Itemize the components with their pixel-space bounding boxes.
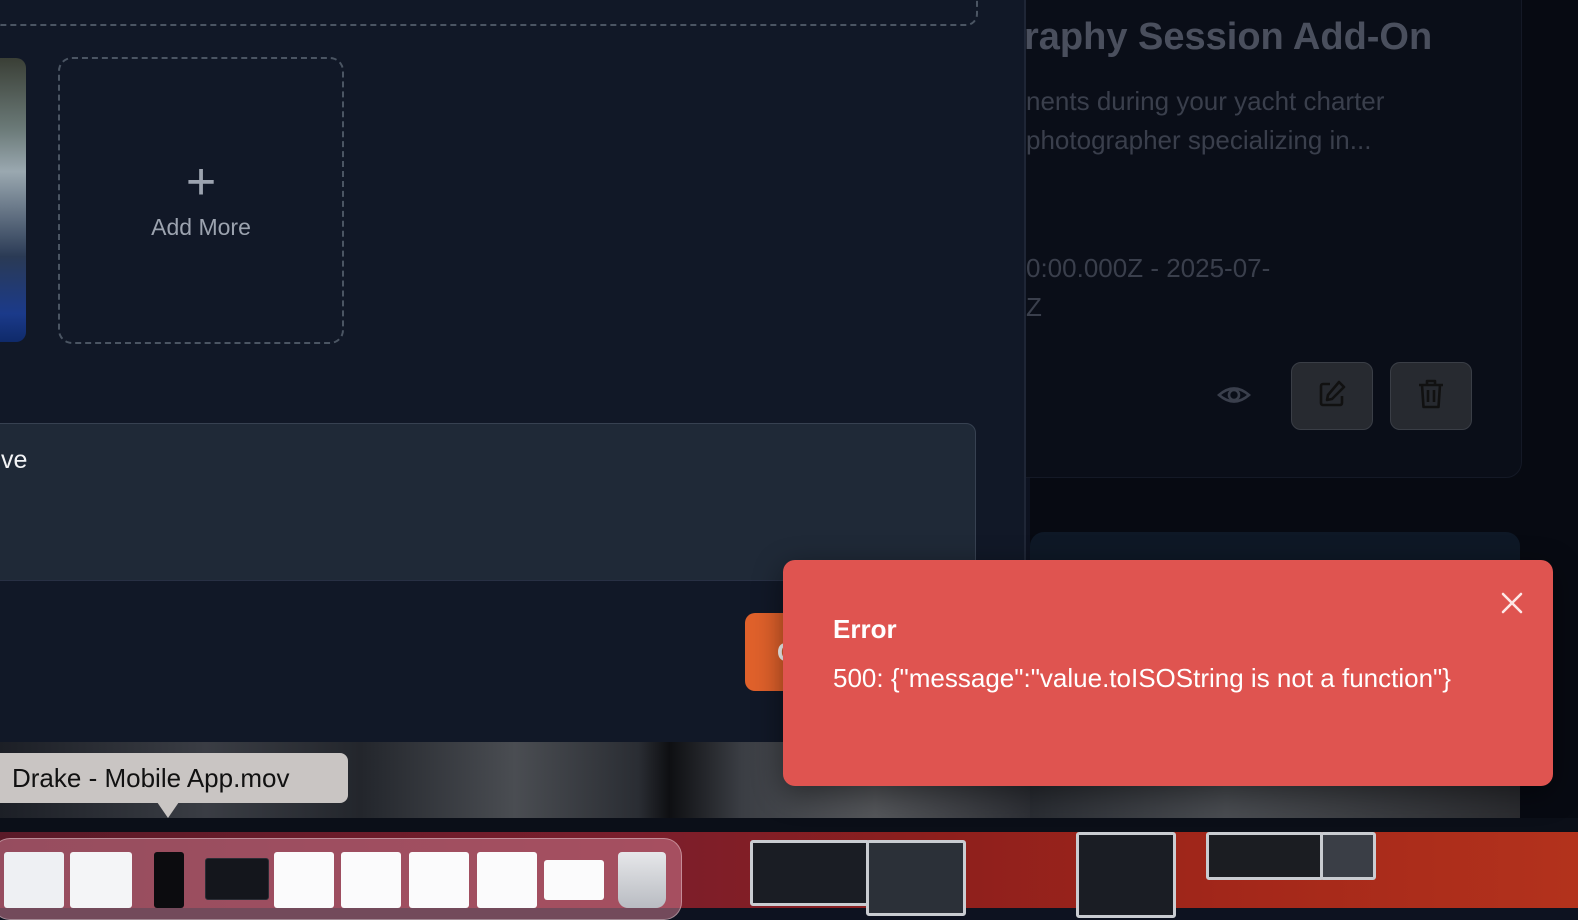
dock-document-thumb[interactable] — [4, 852, 64, 908]
window-thumbnail[interactable] — [1206, 832, 1324, 880]
window-thumbnail[interactable] — [1076, 832, 1176, 918]
dock-document-thumb[interactable] — [274, 852, 334, 908]
dock-tooltip-label: Drake - Mobile App.mov — [12, 763, 290, 793]
edit-button[interactable] — [1291, 362, 1373, 430]
add-on-title: raphy Session Add-On — [1024, 16, 1433, 58]
eye-icon[interactable] — [1216, 380, 1252, 410]
dock-document-thumb[interactable] — [70, 852, 132, 908]
add-more-label: Add More — [151, 214, 251, 240]
dock-phone-thumb[interactable] — [154, 852, 184, 908]
dock-document-thumb[interactable] — [544, 860, 604, 900]
dock-document-thumb[interactable] — [341, 852, 401, 908]
error-toast: Error 500: {"message":"value.toISOString… — [783, 560, 1553, 786]
add-more-button[interactable]: + Add More — [58, 57, 344, 344]
edit-icon — [1316, 378, 1348, 415]
description-textarea[interactable]: ve — [0, 423, 976, 581]
trash-icon[interactable] — [618, 852, 666, 908]
delete-button[interactable] — [1390, 362, 1472, 430]
dock-document-thumb[interactable] — [477, 852, 537, 908]
dock-document-thumb[interactable] — [409, 852, 469, 908]
toast-message: 500: {"message":"value.toISOString is no… — [833, 663, 1451, 693]
toast-title: Error — [833, 614, 897, 644]
dock-tooltip: Drake - Mobile App.mov — [0, 753, 348, 803]
image-thumbnail[interactable] — [0, 58, 26, 342]
trash-icon — [1416, 378, 1446, 415]
close-icon[interactable] — [1499, 590, 1525, 616]
plus-icon: + — [185, 153, 217, 211]
textarea-value: ve — [1, 446, 28, 474]
window-thumbnail[interactable] — [866, 840, 966, 916]
upload-dropzone[interactable] — [0, 0, 978, 26]
add-on-dates: Z — [1026, 292, 1042, 322]
add-on-dates: 0:00.000Z - 2025-07- — [1026, 253, 1271, 283]
window-thumbnail[interactable] — [750, 840, 870, 906]
screen-edge — [0, 818, 1578, 832]
add-on-description: nents during your yacht charter — [1026, 86, 1385, 116]
tooltip-arrow — [157, 802, 179, 818]
dock-screenshot-thumb[interactable] — [205, 858, 269, 900]
window-thumbnail[interactable] — [1320, 832, 1376, 880]
add-on-description: photographer specializing in... — [1026, 125, 1372, 155]
